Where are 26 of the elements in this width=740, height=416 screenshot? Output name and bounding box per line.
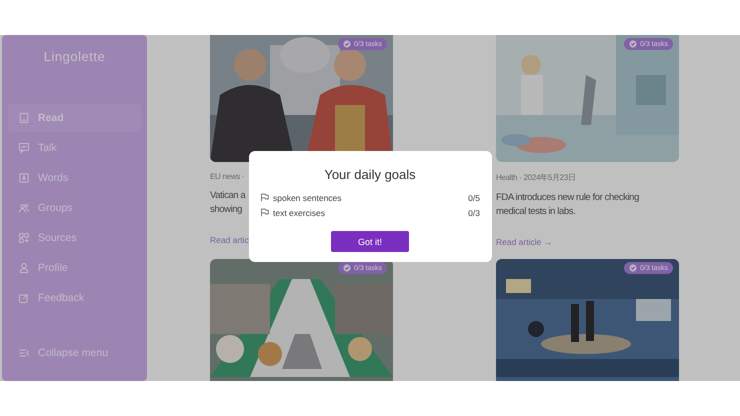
letter-icon bbox=[18, 172, 30, 184]
read-article-link[interactable]: Read article → bbox=[496, 237, 679, 247]
article-title: FDA introduces new rule for checking bbox=[496, 192, 639, 203]
check-icon bbox=[628, 40, 637, 48]
grid-icon bbox=[18, 232, 30, 244]
book-icon bbox=[18, 112, 30, 124]
logo: Lingolette bbox=[42, 49, 106, 64]
article-title: showing bbox=[210, 204, 242, 215]
goal-label: spoken sentences bbox=[273, 192, 343, 202]
people-icon bbox=[18, 202, 30, 214]
article-title: medical tests in labs. bbox=[496, 206, 576, 217]
chat-icon bbox=[18, 142, 30, 154]
dialog-title: Your daily goals bbox=[323, 167, 417, 182]
edit-icon bbox=[18, 292, 30, 304]
check-icon bbox=[342, 40, 351, 48]
check-icon bbox=[628, 264, 637, 272]
article-meta: EU news · bbox=[210, 172, 244, 181]
person-icon bbox=[18, 262, 30, 274]
article-title: Vatican a bbox=[210, 190, 246, 201]
goal-label: text exercises bbox=[273, 208, 326, 218]
check-icon bbox=[342, 264, 351, 272]
goal-count: 0/5 bbox=[468, 192, 480, 202]
collapse-icon bbox=[18, 347, 30, 359]
got-it-button[interactable]: Got it! bbox=[331, 231, 409, 252]
article-meta: Health · 2024年5月23日 bbox=[496, 173, 576, 182]
goal-count: 0/3 bbox=[468, 208, 480, 218]
